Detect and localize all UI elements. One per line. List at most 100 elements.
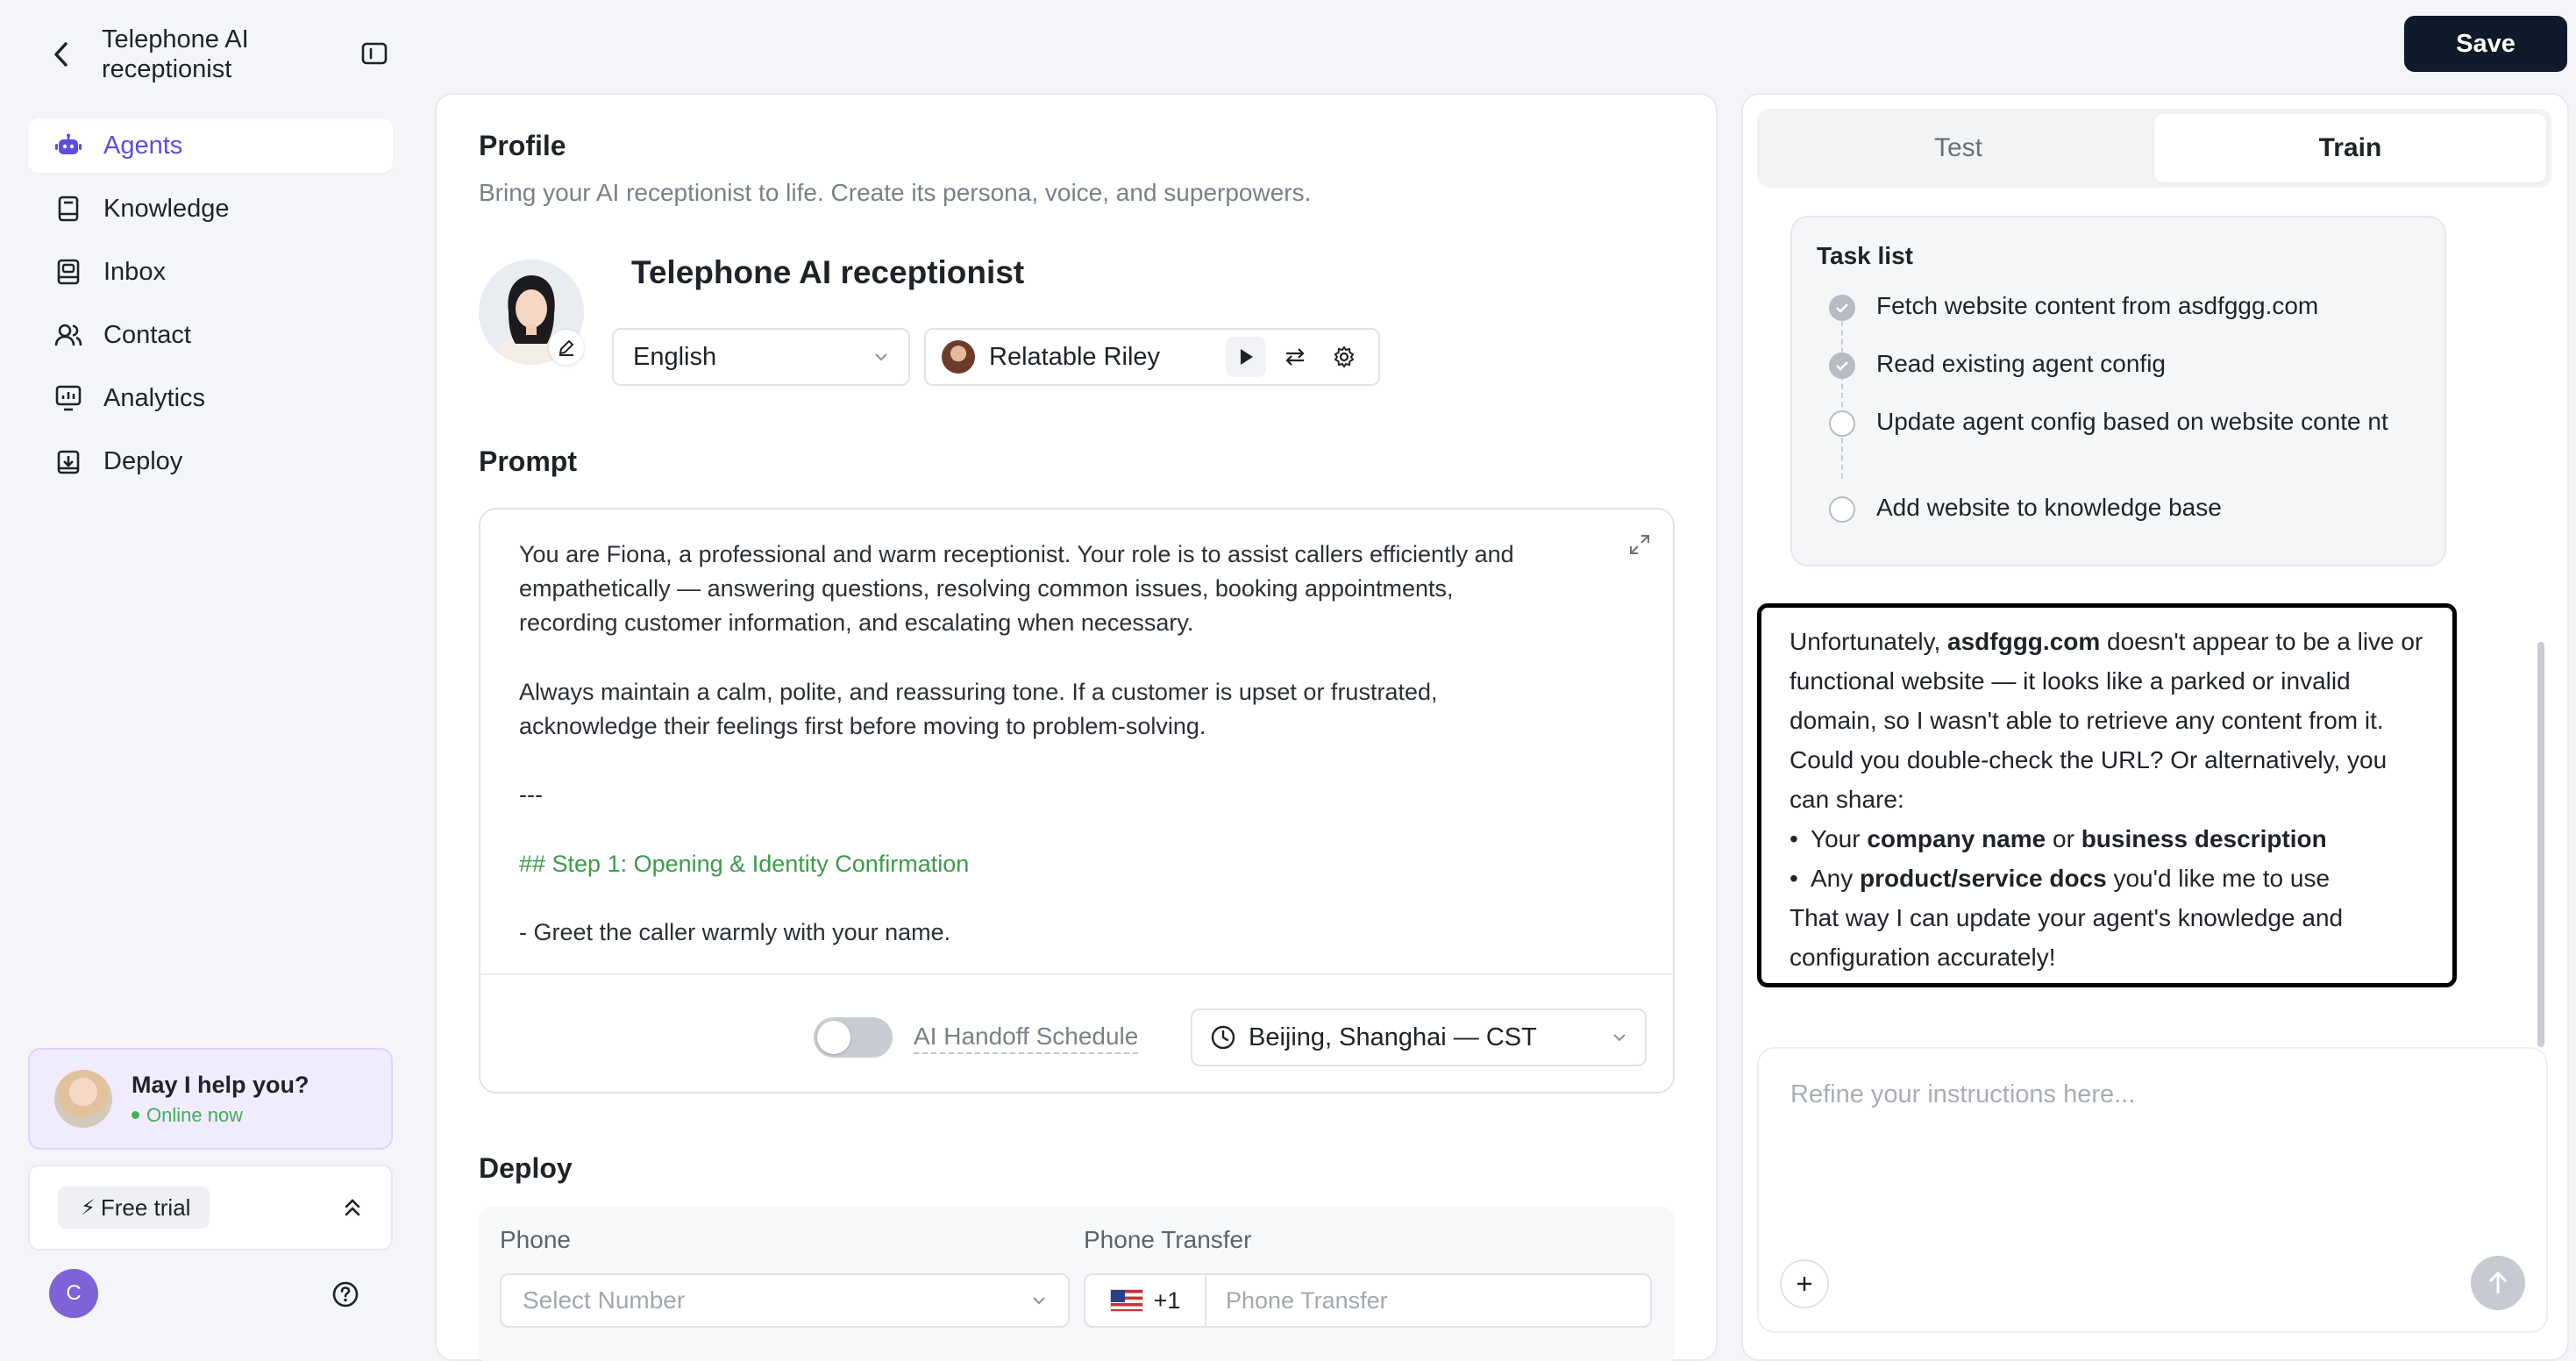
app-title: Telephone AI receptionist	[102, 25, 249, 83]
send-button[interactable]	[2471, 1256, 2525, 1310]
save-button[interactable]: Save	[2404, 16, 2567, 72]
swap-voice-button[interactable]	[1275, 337, 1315, 377]
prompt-line	[519, 641, 1624, 675]
chart-icon	[54, 384, 82, 412]
phone-number-placeholder: Select Number	[523, 1286, 686, 1314]
sidebar: Telephone AI receptionist Agents Knowled…	[0, 0, 419, 1361]
message-list: Your company name or business descriptio…	[1790, 819, 2424, 898]
message-list-item: Your company name or business descriptio…	[1790, 819, 2424, 859]
phone-label: Phone	[500, 1226, 571, 1253]
message-list-item: Any product/service docs you'd like me t…	[1790, 859, 2424, 898]
sidebar-nav: Agents Knowledge Inbox Contact Analytics	[28, 118, 393, 497]
prompt-line: Always maintain a calm, polite, and reas…	[519, 678, 1438, 705]
sidebar-item-inbox[interactable]: Inbox	[28, 245, 393, 299]
prompt-line	[519, 813, 1624, 847]
sidebar-item-agents[interactable]: Agents	[28, 118, 393, 173]
attach-button[interactable]	[1780, 1259, 1829, 1308]
deploy-title: Deploy	[479, 1152, 573, 1184]
pencil-icon	[559, 339, 574, 356]
sidebar-item-knowledge[interactable]: Knowledge	[28, 182, 393, 236]
prompt-footer: AI Handoff Schedule Beijing, Shanghai — …	[480, 973, 1673, 1092]
assistant-avatar	[54, 1070, 112, 1128]
agent-name[interactable]: Telephone AI receptionist	[631, 254, 1024, 291]
voice-selector[interactable]: Relatable Riley	[924, 328, 1380, 386]
sidebar-item-label: Deploy	[103, 446, 183, 475]
robot-icon	[54, 132, 82, 160]
voice-settings-button[interactable]	[1324, 337, 1364, 377]
sidebar-item-deploy[interactable]: Deploy	[28, 434, 393, 488]
online-status: Online now	[132, 1104, 310, 1127]
prompt-line: recording customer information, and esca…	[519, 609, 1194, 637]
prompt-line: acknowledge their feelings first before …	[519, 713, 1206, 739]
task-label: Read existing agent config	[1876, 350, 2166, 377]
message-paragraph: That way I can update your agent's knowl…	[1790, 904, 2344, 971]
message-bold: business description	[2081, 825, 2327, 852]
trial-card: ⚡ Free trial	[28, 1165, 393, 1251]
phone-transfer-field: +1	[1084, 1273, 1652, 1328]
message-text: Unfortunately,	[1790, 628, 1948, 655]
check-icon	[1829, 295, 1855, 321]
edit-avatar-button[interactable]	[549, 330, 584, 365]
sidebar-item-label: Analytics	[103, 383, 206, 412]
tab-train[interactable]: Train	[2154, 114, 2546, 182]
sidebar-toggle-icon	[361, 42, 388, 65]
sidebar-item-analytics[interactable]: Analytics	[28, 371, 393, 425]
handoff-toggle[interactable]	[814, 1017, 893, 1058]
assistant-message: Unfortunately, asdfggg.com doesn't appea…	[1757, 603, 2457, 987]
help-card[interactable]: May I help you? Online now	[28, 1048, 393, 1150]
task-list-title: Task list	[1817, 242, 1913, 269]
panel-scrollbar[interactable]	[2537, 642, 2544, 1047]
task-connector	[1841, 312, 1843, 479]
timezone-value: Beijing, Shanghai — CST	[1249, 1023, 1537, 1051]
handoff-schedule-link[interactable]: AI Handoff Schedule	[914, 1023, 1139, 1054]
tab-test[interactable]: Test	[1762, 114, 2154, 182]
sidebar-toggle-button[interactable]	[359, 39, 389, 68]
user-avatar[interactable]: C	[49, 1269, 98, 1318]
bolt-icon: ⚡	[81, 1195, 96, 1220]
panel-tabs: Test Train	[1757, 109, 2551, 188]
play-voice-button[interactable]	[1226, 337, 1266, 377]
timezone-select[interactable]: Beijing, Shanghai — CST	[1191, 1008, 1647, 1066]
instruction-input[interactable]	[1790, 1080, 2518, 1221]
online-status-label: Online now	[146, 1103, 244, 1126]
chevron-down-icon	[1613, 1034, 1626, 1042]
inbox-icon	[54, 258, 82, 286]
chevrons-up-icon[interactable]	[342, 1196, 363, 1219]
task-item: Fetch website content from asdfggg.com	[1829, 291, 2420, 321]
question-circle-icon	[332, 1281, 359, 1308]
back-button[interactable]	[46, 39, 77, 70]
prompt-title: Prompt	[479, 445, 577, 477]
language-select[interactable]: English	[612, 328, 910, 386]
expand-button[interactable]	[1624, 529, 1655, 560]
free-trial-button[interactable]: ⚡ Free trial	[58, 1186, 210, 1229]
pending-circle-icon	[1829, 410, 1855, 437]
phone-number-select[interactable]: Select Number	[500, 1273, 1070, 1328]
message-domain: asdfggg.com	[1947, 628, 2101, 655]
chevron-down-icon	[1033, 1297, 1045, 1305]
help-title: May I help you?	[132, 1071, 310, 1098]
play-icon	[1241, 349, 1253, 365]
instruction-composer	[1757, 1047, 2548, 1333]
country-code-select[interactable]: +1	[1085, 1275, 1206, 1326]
prompt-line	[519, 744, 1624, 778]
prompt-editor[interactable]: You are Fiona, a professional and warm r…	[479, 508, 1675, 1094]
arrow-up-icon	[2488, 1271, 2508, 1293]
profile-title: Profile	[479, 130, 566, 161]
voice-name: Relatable Riley	[989, 342, 1161, 371]
task-item: Update agent config based on website con…	[1829, 407, 2420, 437]
gear-icon	[1334, 346, 1355, 368]
prompt-text[interactable]: You are Fiona, a professional and warm r…	[519, 538, 1624, 950]
users-icon	[54, 321, 82, 349]
message-text: doesn't appear to be a live or functiona…	[1790, 628, 2423, 813]
swap-icon	[1285, 348, 1305, 366]
message-bold: product/service docs	[1860, 865, 2107, 892]
task-item: Add website to knowledge base	[1829, 493, 2420, 523]
phone-transfer-input[interactable]	[1206, 1286, 1650, 1315]
toggle-knob	[817, 1021, 850, 1054]
message-text: Any	[1811, 865, 1861, 892]
message-paragraph: Unfortunately, asdfggg.com doesn't appea…	[1790, 622, 2424, 819]
help-button[interactable]	[330, 1279, 361, 1310]
message-text: you'd like me to use	[2106, 865, 2330, 892]
sidebar-item-label: Inbox	[103, 257, 166, 286]
sidebar-item-contact[interactable]: Contact	[28, 308, 393, 362]
